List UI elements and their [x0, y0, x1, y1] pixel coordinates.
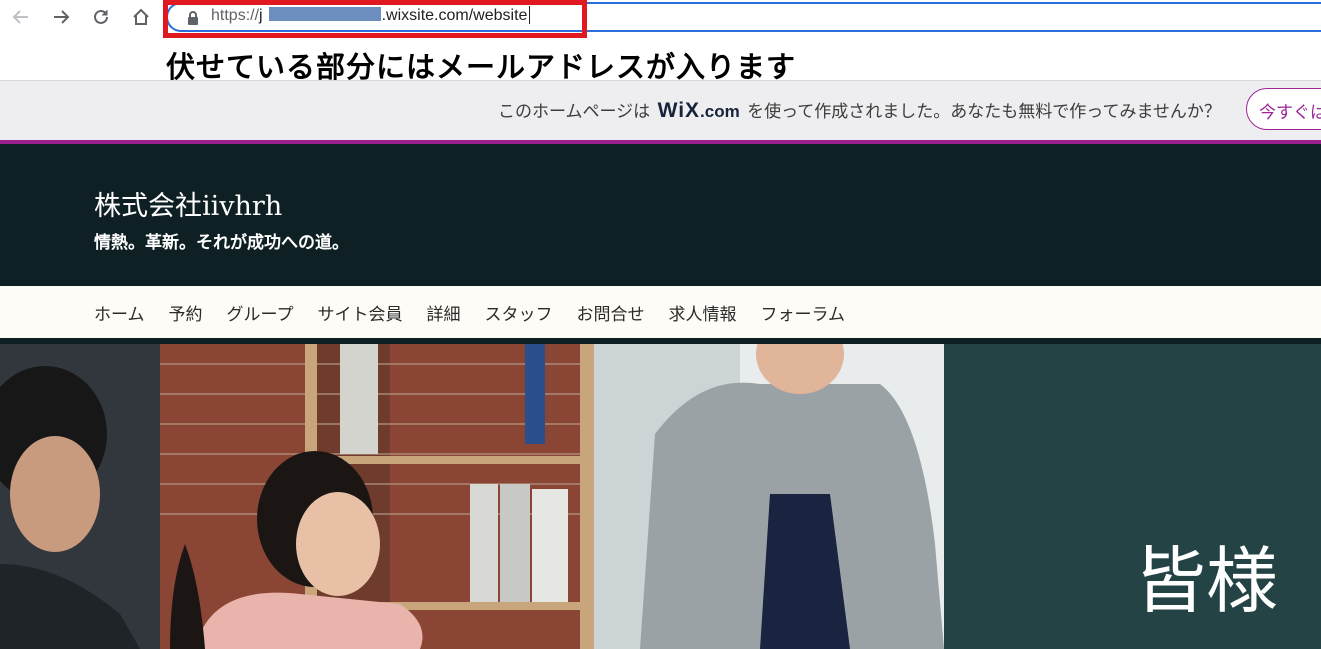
nav-item-home[interactable]: ホーム [94, 300, 145, 325]
hero-heading: 皆様 [1134, 539, 1279, 623]
site-title[interactable]: 株式会社iivhrh [94, 184, 282, 223]
wix-start-now-button[interactable]: 今すぐは [1246, 88, 1321, 130]
home-icon[interactable] [127, 4, 155, 30]
nav-item-group[interactable]: グループ [227, 300, 294, 325]
reload-icon[interactable] [87, 4, 115, 30]
nav-item-booking[interactable]: 予約 [169, 300, 203, 325]
back-arrow-icon[interactable] [7, 4, 35, 30]
hero-photo [0, 344, 944, 649]
forward-arrow-icon[interactable] [47, 4, 75, 30]
nav-item-members[interactable]: サイト会員 [317, 300, 402, 325]
site-nav: ホーム 予約 グループ サイト会員 詳細 スタッフ お問合せ 求人情報 フォーラ… [0, 286, 1321, 338]
wix-banner-message: このホームページは WiX.com を使って作成されました。あなたも無料で作って… [498, 97, 1221, 123]
nav-item-forum[interactable]: フォーラム [760, 300, 845, 325]
nav-item-staff[interactable]: スタッフ [484, 300, 552, 325]
site-tagline: 情熱。革新。それが成功への道。 [94, 233, 349, 253]
nav-item-details[interactable]: 詳細 [426, 300, 460, 325]
nav-item-contact[interactable]: お問合せ [576, 300, 644, 325]
annotation-highlight-box [163, 0, 587, 38]
wix-logo[interactable]: WiX.com [658, 99, 740, 123]
nav-item-jobs[interactable]: 求人情報 [668, 300, 736, 325]
wix-message-before: このホームページは [498, 102, 651, 122]
wix-message-after: を使って作成されました。あなたも無料で作ってみませんか？ [747, 102, 1221, 122]
